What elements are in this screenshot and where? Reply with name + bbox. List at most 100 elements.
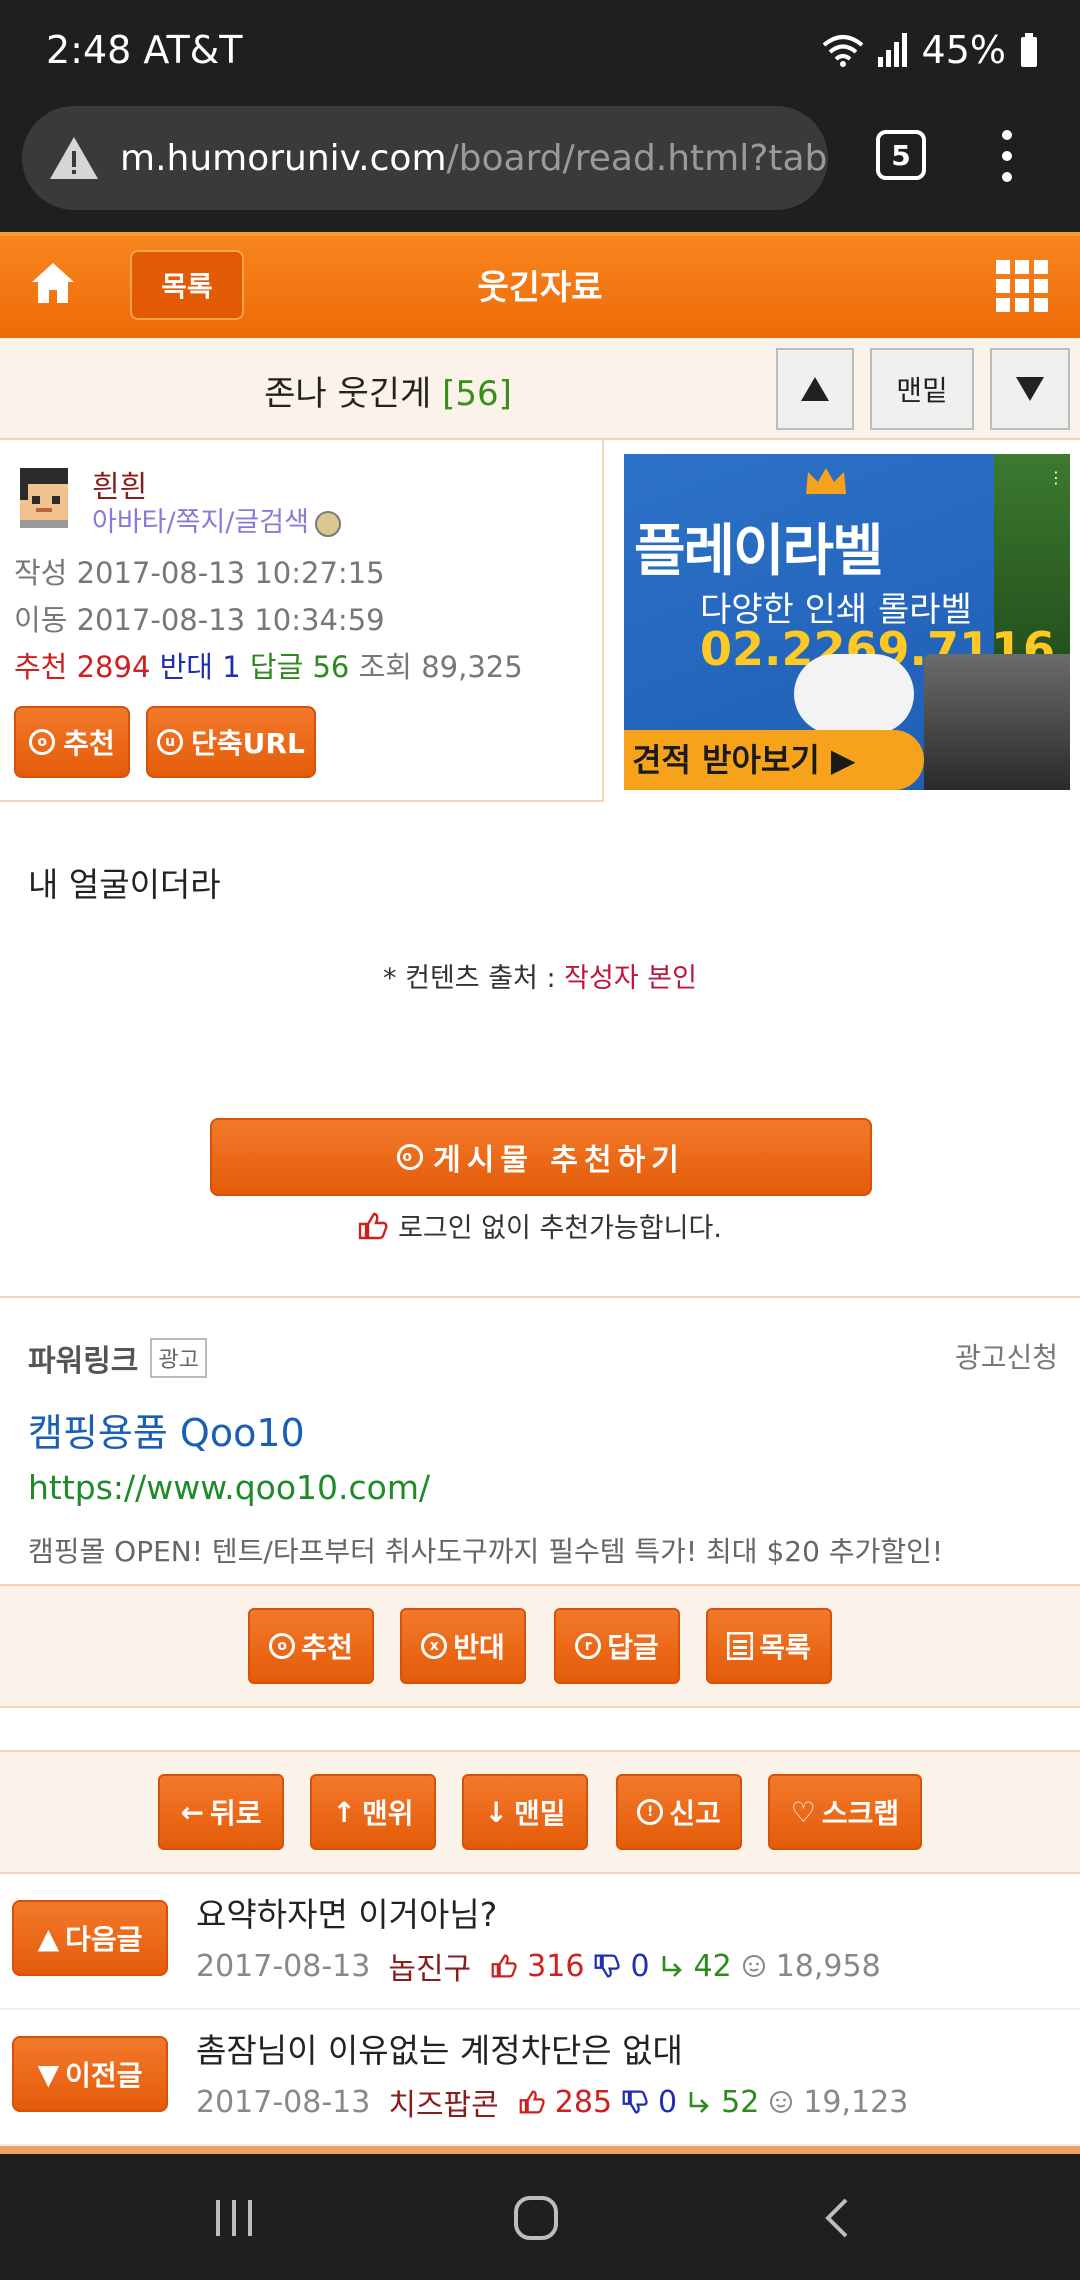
reply-button[interactable]: r 답글 xyxy=(554,1608,680,1684)
ad-apply-link[interactable]: 광고신청 xyxy=(955,1336,1058,1376)
nologin-note: 로그인 없이 추천가능합니다. xyxy=(0,1206,1080,1245)
status-icons: 45% xyxy=(822,28,1038,72)
rec-count: 2894 xyxy=(76,650,151,684)
triangle-down-icon: ▼ xyxy=(37,2057,60,2091)
moved-date: 2017-08-13 10:34:59 xyxy=(76,603,385,637)
reply-count: [56] xyxy=(442,374,512,414)
created-date: 2017-08-13 10:27:15 xyxy=(76,556,385,590)
powerlink-ad-desc[interactable]: 캠핑몰 OPEN! 텐트/타프부터 취사도구까지 필수템 특가! 최대 $20 … xyxy=(28,1530,943,1570)
heart-icon: ♡ xyxy=(790,1795,816,1829)
short-url-label: 단축URL xyxy=(191,727,305,760)
thumbs-down-icon xyxy=(622,2090,648,2114)
top-label: 맨위 xyxy=(361,1797,414,1830)
prev-post-date: 2017-08-13 xyxy=(196,2084,371,2120)
footer-strip xyxy=(0,2146,1080,2154)
report-button[interactable]: ! 신고 xyxy=(616,1774,742,1850)
browser-toolbar: m.humoruniv.com/board/read.html?table 5 xyxy=(0,100,1080,232)
prev-post-title[interactable]: 촘잠님이 이유없는 계정차단은 없대 xyxy=(196,2024,683,2072)
powerlink-ad-url[interactable]: https://www.qoo10.com/ xyxy=(28,1468,430,1507)
ad-banner[interactable]: 플레이라벨 다양한 인쇄 롤라벨 02.2269.7116 견적 받아보기 ▶ … xyxy=(624,454,1070,790)
back-button[interactable]: ← 뒤로 xyxy=(158,1774,284,1850)
bottom-button[interactable]: 맨밑 xyxy=(870,348,974,430)
warning-icon[interactable] xyxy=(48,135,100,181)
powerlink-heading: 파워링크 광고 xyxy=(28,1336,207,1380)
url-text[interactable]: m.humoruniv.com/board/read.html?table xyxy=(120,138,828,179)
tabs-button[interactable]: 5 xyxy=(876,130,926,180)
recommend-small-label: 추천 xyxy=(63,727,115,760)
author-links-text[interactable]: 아바타/쪽지/글검색 xyxy=(92,507,309,538)
oppose-button[interactable]: x 반대 xyxy=(400,1608,526,1684)
status-time: 2:48 AT&T xyxy=(46,28,243,72)
prev-post-row[interactable]: ▼ 이전글 촘잠님이 이유없는 계정차단은 없대 2017-08-13 치즈팝콘 … xyxy=(0,2010,1080,2146)
site-header: 목록 웃긴자료 xyxy=(0,232,1080,338)
list-action-button[interactable]: 목록 xyxy=(706,1608,832,1684)
circle-o-icon: o xyxy=(29,729,56,755)
thumbs-up-icon xyxy=(491,1954,517,1978)
scrap-button[interactable]: ♡ 스크랩 xyxy=(768,1774,922,1850)
post-title: 존나 웃긴게 [56] xyxy=(0,366,776,415)
post-action-bar: o 추천 x 반대 r 답글 목록 xyxy=(0,1584,1080,1708)
circle-x-icon: x xyxy=(421,1633,448,1659)
arrow-down-icon: ↓ xyxy=(484,1795,508,1829)
powerlink-ad-title[interactable]: 캠핑용품 Qoo10 xyxy=(28,1402,305,1457)
next-arrow-button[interactable] xyxy=(990,348,1070,430)
post-title-text: 존나 웃긴게 xyxy=(264,374,432,414)
top-button[interactable]: ↑ 맨위 xyxy=(310,1774,436,1850)
source-value: 작성자 본인 xyxy=(564,963,697,994)
level-badge-icon xyxy=(314,510,341,537)
ad-info-icon[interactable]: ⋮ xyxy=(1048,468,1066,487)
url-path: /board/read.html?table xyxy=(446,137,828,179)
wifi-icon xyxy=(822,35,863,67)
next-post-views: 18,958 xyxy=(775,1948,881,1984)
ad-printer xyxy=(924,654,1070,790)
ad-brand: 플레이라벨 xyxy=(634,519,884,584)
recommend-post-button[interactable]: o 게시물 추천하기 xyxy=(210,1118,872,1196)
home-icon[interactable] xyxy=(30,260,76,306)
prev-arrow-button[interactable] xyxy=(776,348,854,430)
prev-post-nick[interactable]: 치즈팝콘 xyxy=(388,2080,498,2124)
opp-label: 반대 xyxy=(159,650,213,684)
next-post-title[interactable]: 요약하자면 이거아님? xyxy=(196,1888,497,1936)
post-title-row: 존나 웃긴게 [56] 맨밑 xyxy=(0,338,1080,440)
reply-label: 답글 xyxy=(249,650,304,684)
created-label: 작성 xyxy=(14,556,68,590)
back-label: 뒤로 xyxy=(209,1797,262,1830)
short-url-button[interactable]: u 단축URL xyxy=(146,706,316,778)
list-button[interactable]: 목록 xyxy=(130,250,244,320)
post-body: 내 얼굴이더라 xyxy=(28,865,221,904)
next-post-button[interactable]: ▲ 다음글 xyxy=(12,1900,168,1976)
ad-label-roll xyxy=(794,654,914,734)
back-nav-icon[interactable] xyxy=(822,2196,852,2240)
circle-o-icon: o xyxy=(269,1633,296,1659)
powerlink-title: 파워링크 xyxy=(28,1344,139,1379)
opp-count: 1 xyxy=(222,650,241,684)
prev-post-button[interactable]: ▼ 이전글 xyxy=(12,2036,168,2112)
thumbs-up-icon xyxy=(519,2090,545,2114)
prev-post-down: 0 xyxy=(658,2084,678,2120)
home-nav-icon[interactable] xyxy=(512,2194,560,2242)
recommend-small-button[interactable]: o 추천 xyxy=(14,706,130,778)
next-post-replies: 42 xyxy=(693,1948,732,1984)
ad-cta[interactable]: 견적 받아보기 ▶ xyxy=(624,730,924,790)
circle-o-icon: o xyxy=(397,1144,424,1170)
next-post-row[interactable]: ▲ 다음글 요약하자면 이거아님? 2017-08-13 놉진구 316 0 42… xyxy=(0,1874,1080,2010)
triangle-up-icon xyxy=(801,377,829,401)
arrow-up-icon: ↑ xyxy=(332,1795,356,1829)
thumbs-down-icon xyxy=(595,1954,621,1978)
reply-num: 56 xyxy=(312,650,350,684)
url-bar[interactable]: m.humoruniv.com/board/read.html?table xyxy=(22,106,828,210)
bottom-nav-button[interactable]: ↓ 맨밑 xyxy=(462,1774,588,1850)
triangle-up-icon: ▲ xyxy=(37,1921,60,1955)
prev-post-up: 285 xyxy=(554,2084,613,2120)
recommend-button[interactable]: o 추천 xyxy=(248,1608,374,1684)
system-nav-bar xyxy=(0,2154,1080,2280)
avatar[interactable] xyxy=(12,464,76,528)
author-links[interactable]: 아바타/쪽지/글검색 xyxy=(92,500,341,539)
views-count: 89,325 xyxy=(421,650,523,684)
grid-menu-icon[interactable] xyxy=(996,260,1048,312)
report-label: 신고 xyxy=(669,1797,721,1830)
moved-row: 이동 2017-08-13 10:34:59 xyxy=(14,597,385,639)
recent-apps-icon[interactable] xyxy=(212,2198,256,2238)
more-menu-icon[interactable] xyxy=(992,126,1022,186)
next-post-nick[interactable]: 놉진구 xyxy=(388,1944,471,1988)
